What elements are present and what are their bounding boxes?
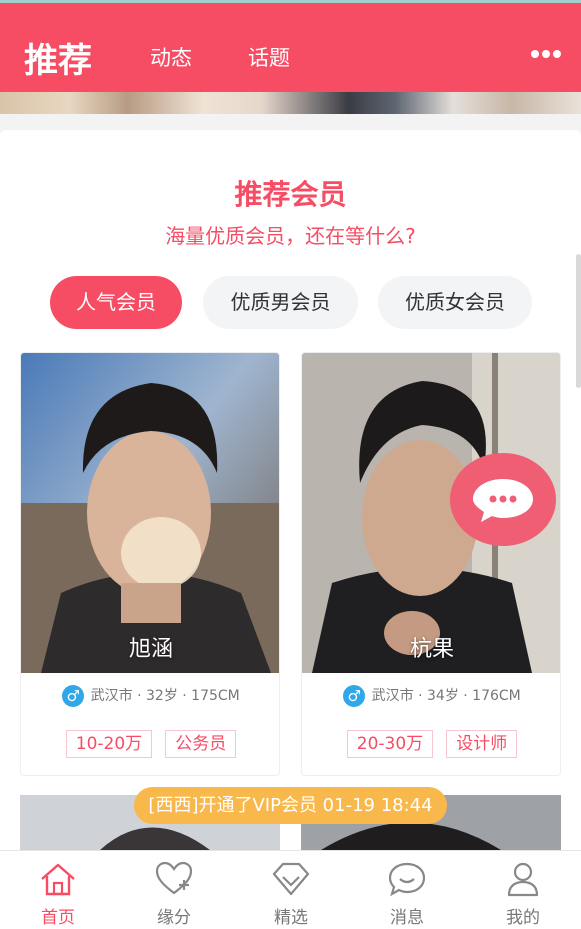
section-divider bbox=[0, 114, 581, 146]
member-card[interactable]: 杭果 ♂ 武汉市 · 34岁 · 176CM 20-30万 设计师 bbox=[301, 352, 561, 776]
member-name: 旭涵 bbox=[128, 637, 173, 662]
income-tag: 10-20万 bbox=[65, 730, 153, 758]
nav-featured[interactable]: 精选 bbox=[251, 851, 331, 929]
nav-label: 缘分 bbox=[157, 908, 191, 928]
filter-popular-members[interactable]: 人气会员 bbox=[50, 276, 182, 329]
member-info: 武汉市 · 32岁 · 175CM bbox=[90, 688, 240, 704]
male-gender-icon: ♂ bbox=[343, 685, 366, 707]
heart-plus-icon bbox=[155, 861, 193, 895]
banner-image[interactable] bbox=[0, 92, 581, 114]
user-icon bbox=[507, 862, 539, 897]
nav-label: 消息 bbox=[390, 908, 424, 928]
nav-profile[interactable]: 我的 bbox=[483, 851, 563, 929]
member-meta: ♂ 武汉市 · 32岁 · 175CM bbox=[21, 685, 279, 707]
chat-icon bbox=[473, 479, 533, 522]
tab-recommend[interactable]: 推荐 bbox=[24, 33, 92, 82]
tab-dynamic[interactable]: 动态 bbox=[150, 42, 192, 72]
tab-topics[interactable]: 话题 bbox=[248, 42, 290, 72]
member-info: 武汉市 · 34岁 · 176CM bbox=[371, 688, 521, 704]
nav-label: 精选 bbox=[274, 908, 308, 928]
more-dots-icon[interactable] bbox=[531, 43, 567, 58]
diamond-icon bbox=[272, 862, 310, 896]
nav-label: 首页 bbox=[41, 908, 75, 928]
section-title: 推荐会员 bbox=[234, 178, 347, 211]
nav-messages[interactable]: 消息 bbox=[367, 851, 447, 929]
male-gender-icon: ♂ bbox=[62, 685, 85, 707]
home-icon bbox=[41, 863, 75, 896]
nav-fate[interactable]: 缘分 bbox=[134, 851, 214, 929]
filter-female-members[interactable]: 优质女会员 bbox=[378, 276, 532, 329]
occupation-tag: 公务员 bbox=[165, 730, 237, 758]
nav-label: 我的 bbox=[506, 908, 540, 928]
nav-home[interactable]: 首页 bbox=[18, 851, 98, 929]
member-tags: 10-20万 公务员 bbox=[21, 730, 279, 758]
member-card[interactable]: 旭涵 ♂ 武汉市 · 32岁 · 175CM 10-20万 公务员 bbox=[20, 352, 280, 776]
filter-male-members[interactable]: 优质男会员 bbox=[203, 276, 358, 329]
member-meta: ♂ 武汉市 · 34岁 · 176CM bbox=[302, 685, 560, 707]
member-photo bbox=[21, 353, 279, 673]
top-bar: 推荐 动态 话题 bbox=[0, 0, 581, 92]
section-subtitle: 海量优质会员，还在等什么? bbox=[165, 224, 416, 248]
scrollbar[interactable] bbox=[576, 254, 581, 388]
occupation-tag: 设计师 bbox=[446, 730, 518, 758]
member-tags: 20-30万 设计师 bbox=[302, 730, 560, 758]
member-name: 杭果 bbox=[409, 637, 454, 662]
income-tag: 20-30万 bbox=[346, 730, 434, 758]
message-icon bbox=[388, 862, 426, 897]
vip-notification-toast: [西西]开通了VIP会员 01-19 18:44 bbox=[134, 787, 447, 824]
chat-float-button[interactable] bbox=[450, 453, 556, 546]
bottom-nav: 首页 缘分 精选 消息 我的 bbox=[0, 850, 581, 929]
